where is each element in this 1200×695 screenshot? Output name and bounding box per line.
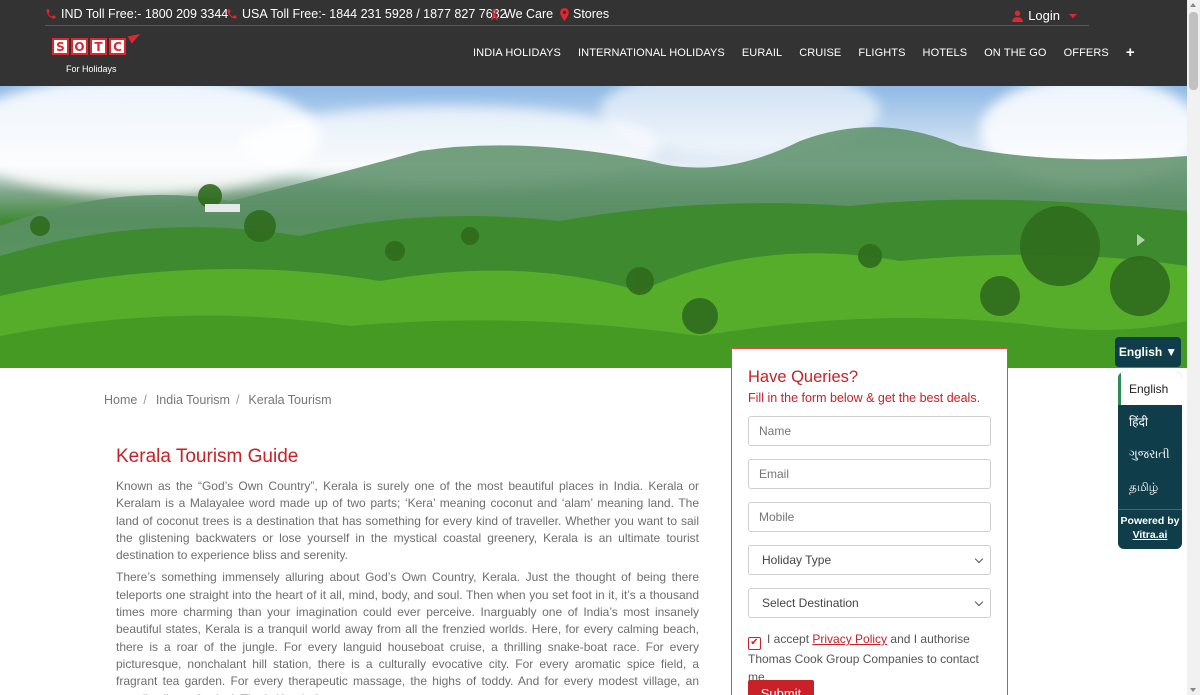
main-nav: INDIA HOLIDAYS INTERNATIONAL HOLIDAYS EU…	[473, 45, 1135, 60]
scroll-thumb[interactable]	[1189, 12, 1198, 90]
nav-more-button[interactable]: +	[1126, 45, 1135, 60]
breadcrumb: Home / India Tourism / Kerala Tourism	[104, 393, 332, 407]
ind-toll-free-text: IND Toll Free:- 1800 209 3344	[61, 7, 229, 21]
hills-illustration	[0, 127, 1187, 368]
chevron-down-icon	[1069, 13, 1077, 18]
scroll-down-icon[interactable]	[1190, 688, 1196, 692]
submit-button[interactable]: Submit	[748, 680, 814, 695]
stores-text: Stores	[573, 7, 610, 21]
care-ribbon-icon	[489, 8, 500, 21]
form-subtitle: Fill in the form below & get the best de…	[748, 391, 981, 405]
holiday-type-select[interactable]: Holiday Type	[748, 545, 991, 575]
chevron-down-icon	[974, 554, 984, 563]
consent-row: ✔ I accept Privacy Policy and I authorise…	[748, 630, 998, 686]
email-input[interactable]	[748, 459, 991, 489]
scroll-up-icon[interactable]	[1190, 3, 1196, 7]
nav-international-holidays[interactable]: INTERNATIONAL HOLIDAYS	[578, 47, 725, 59]
nav-eurail[interactable]: EURAIL	[742, 47, 782, 59]
top-contact-bar: IND Toll Free:- 1800 209 3344 USA Toll F…	[45, 5, 1089, 26]
logo-tagline: For Holidays	[66, 64, 117, 74]
nav-india-holidays[interactable]: INDIA HOLIDAYS	[473, 47, 561, 59]
we-care-link[interactable]: We Care	[489, 7, 553, 21]
nav-on-the-go[interactable]: ON THE GO	[984, 47, 1046, 59]
chevron-down-icon	[974, 597, 984, 606]
ind-toll-free[interactable]: IND Toll Free:- 1800 209 3344	[45, 7, 228, 21]
we-care-text: We Care	[504, 7, 554, 21]
login-text: Login	[1028, 8, 1060, 23]
breadcrumb-india-tourism[interactable]: India Tourism	[156, 393, 230, 407]
nav-flights[interactable]: FLIGHTS	[858, 47, 905, 59]
mobile-input[interactable]	[748, 502, 991, 532]
phone-icon	[226, 8, 238, 20]
nav-hotels[interactable]: HOTELS	[923, 47, 968, 59]
logo-letter: T	[90, 38, 107, 55]
breadcrumb-home[interactable]: Home	[104, 393, 137, 407]
map-pin-icon	[560, 7, 569, 21]
logo-letter: O	[71, 38, 88, 55]
breadcrumb-separator: /	[235, 393, 240, 407]
logo-letter: S	[52, 38, 69, 55]
breadcrumb-separator: /	[143, 393, 147, 407]
powered-by-label: Powered by Vitra.ai	[1118, 509, 1182, 542]
vitra-link[interactable]: Vitra.ai	[1118, 528, 1182, 542]
form-title: Have Queries?	[748, 368, 859, 386]
destination-select[interactable]: Select Destination	[748, 588, 991, 618]
language-option-english[interactable]: English	[1118, 372, 1182, 405]
logo-letter: C	[109, 38, 126, 55]
consent-checkbox[interactable]: ✔	[748, 636, 761, 650]
enquiry-form: Have Queries? Fill in the form below & g…	[731, 348, 1008, 695]
consent-text-pre: I accept	[767, 632, 810, 646]
destination-value: Select Destination	[762, 596, 859, 610]
article-paragraph: There’s something immensely alluring abo…	[116, 570, 699, 695]
sotc-logo[interactable]: S O T C For Holidays	[52, 30, 147, 78]
language-selected: English	[1118, 345, 1163, 359]
privacy-policy-link[interactable]: Privacy Policy	[812, 632, 887, 646]
site-header: IND Toll Free:- 1800 209 3344 USA Toll F…	[0, 0, 1187, 86]
language-option-tamil[interactable]: தமிழ்	[1118, 471, 1182, 504]
user-icon	[1012, 10, 1024, 22]
name-input[interactable]	[748, 416, 991, 446]
powered-by-text: Powered by	[1120, 515, 1180, 527]
language-selector-button[interactable]: English ▼	[1115, 337, 1181, 367]
article-content: Kerala Tourism Guide Known as the “God’s…	[116, 446, 699, 695]
login-button[interactable]: Login	[1012, 8, 1077, 23]
language-option-hindi[interactable]: हिंदी	[1118, 405, 1182, 438]
language-menu: English हिंदी ગુજરાતી தமிழ் Powered by V…	[1118, 372, 1182, 549]
page-title: Kerala Tourism Guide	[116, 446, 299, 467]
carousel-next-icon[interactable]	[1137, 234, 1145, 246]
usa-toll-free[interactable]: USA Toll Free:- 1844 231 5928 / 1877 827…	[226, 7, 507, 21]
nav-cruise[interactable]: CRUISE	[799, 47, 841, 59]
usa-toll-free-text: USA Toll Free:- 1844 231 5928 / 1877 827…	[242, 7, 507, 21]
nav-offers[interactable]: OFFERS	[1064, 47, 1109, 59]
article-paragraph: Known as the “God’s Own Country”, Kerala…	[116, 479, 699, 563]
phone-icon	[45, 8, 57, 20]
breadcrumb-current: Kerala Tourism	[248, 393, 332, 407]
hero-banner-image	[0, 86, 1187, 368]
stores-link[interactable]: Stores	[560, 7, 609, 21]
holiday-type-value: Holiday Type	[762, 553, 832, 567]
triangle-down-icon: ▼	[1165, 345, 1178, 359]
language-option-gujarati[interactable]: ગુજરાતી	[1118, 438, 1182, 471]
page-scrollbar[interactable]	[1187, 0, 1200, 695]
